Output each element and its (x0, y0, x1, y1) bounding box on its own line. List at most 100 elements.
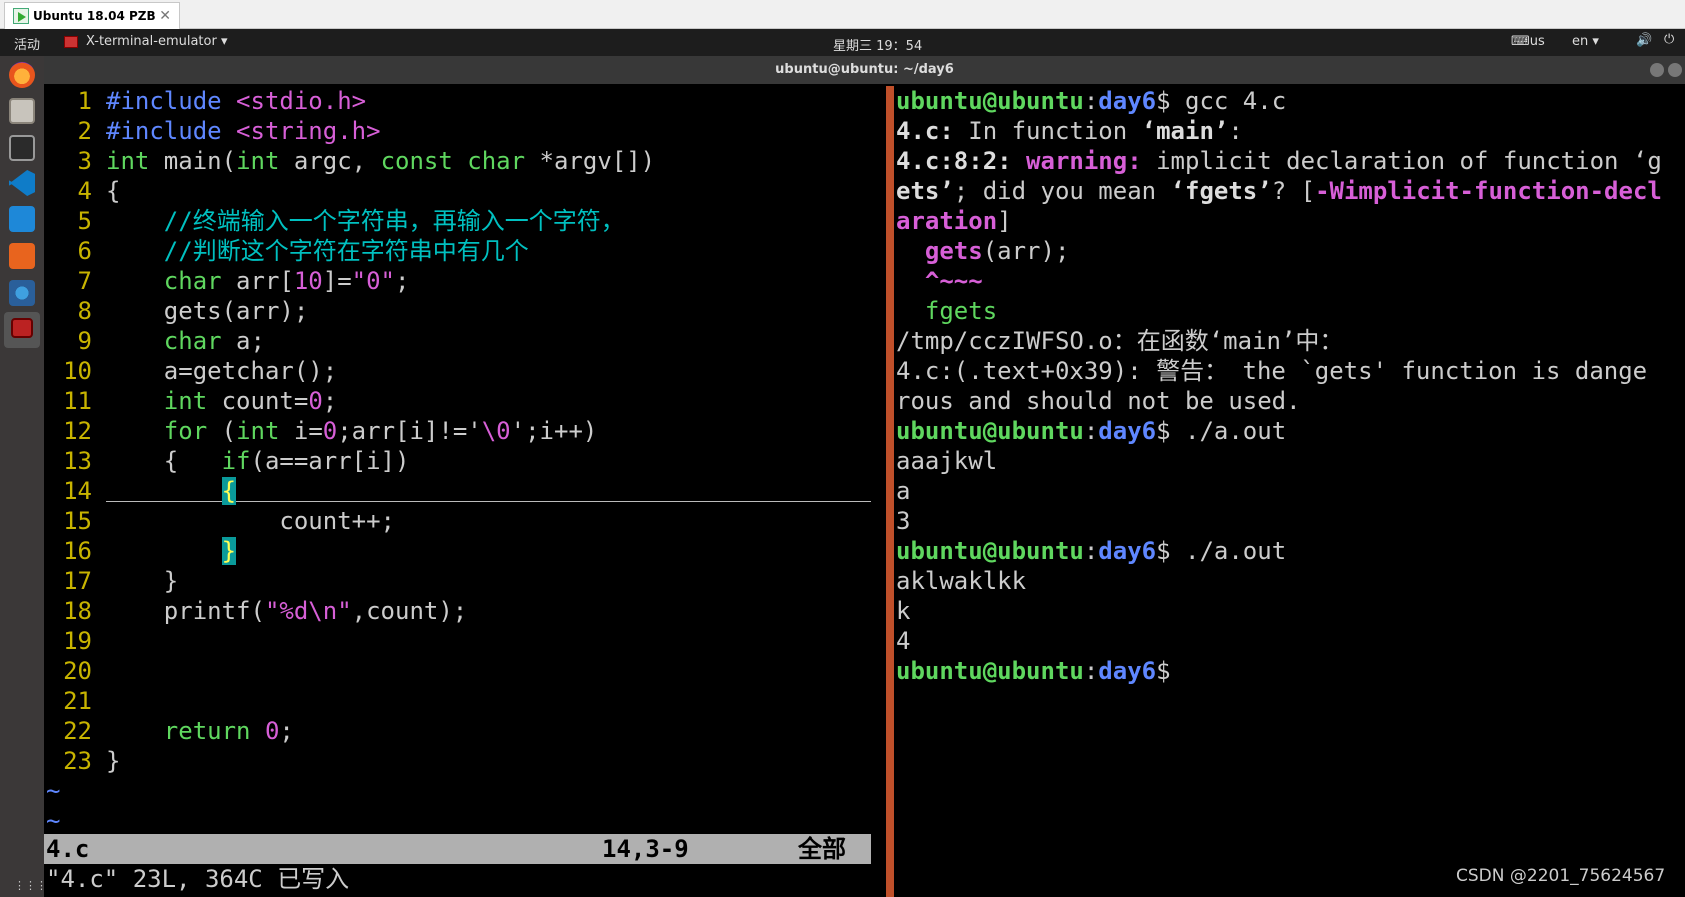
firefox-icon[interactable] (9, 62, 35, 88)
status-scope: 全部 (798, 835, 846, 863)
line-number: 6 (77, 237, 92, 265)
shell-line: aklwaklkk (896, 567, 1027, 595)
code-line: char a; (163, 327, 265, 355)
code-line-current: { (106, 476, 237, 506)
vm-tab[interactable]: Ubuntu 18.04 PZB ✕ (4, 2, 180, 29)
shell-line: ubuntu@ubuntu:day6$ ./a.out (896, 537, 1287, 565)
shell-line: 3 (896, 507, 911, 535)
shell-line: gets(arr); (924, 237, 1070, 265)
empty-line-tilde: ~ (46, 777, 61, 805)
line-number: 9 (77, 327, 92, 355)
volume-icon[interactable]: 🔊 (1636, 33, 1652, 48)
shell-line: 4 (896, 627, 911, 655)
terminal-icon[interactable] (9, 135, 35, 161)
line-number: 18 (63, 597, 92, 625)
matching-brace: } (221, 537, 237, 565)
line-number: 13 (63, 447, 92, 475)
terminal-app-icon (64, 35, 78, 48)
dock: ⋮⋮⋮ (0, 56, 47, 897)
vm-tab-bar: Ubuntu 18.04 PZB ✕ (0, 0, 1685, 29)
minimize-icon[interactable] (1650, 63, 1664, 77)
keyboard-layout-indicator[interactable]: ⌨us (1511, 34, 1545, 49)
vim-editor-pane[interactable]: 1 2 3 4 5 6 7 8 9 10 11 12 13 14 15 16 1… (44, 86, 871, 897)
code-line: { if(a==arr[i]) (106, 447, 410, 475)
code-line: gets(arr); (106, 297, 309, 325)
line-number: 2 (77, 117, 92, 145)
shell-line: ^~~~ (896, 267, 983, 295)
code-line: return 0; (163, 717, 294, 745)
code-line: a=getchar(); (106, 357, 338, 385)
line-number: 19 (63, 627, 92, 655)
vscode-icon[interactable] (9, 170, 35, 196)
shell-prompt[interactable]: ubuntu@ubuntu:day6$ (896, 656, 1171, 686)
line-number: 20 (63, 657, 92, 685)
line-number: 10 (63, 357, 92, 385)
status-position: 14,3-9 (602, 835, 689, 863)
power-icon[interactable]: ⏻ (1664, 32, 1674, 47)
line-number: 7 (77, 267, 92, 295)
status-filename: 4.c (46, 835, 90, 863)
shell-line: 4.c:(.text+0x39): 警告： the `gets' functio… (896, 357, 1648, 385)
code-comment: //终端输入一个字符串，再输入一个字符， (106, 207, 625, 235)
code-line: char arr[10]="0"; (163, 267, 410, 295)
shell-line: ubuntu@ubuntu:day6$ ./a.out (896, 417, 1287, 445)
shell-line: ets’; did you mean ‘fgets’? [-Wimplicit-… (896, 177, 1662, 205)
vm-tab-title: Ubuntu 18.04 PZB (33, 9, 156, 23)
activities-button[interactable]: 活动 (14, 34, 40, 53)
vnote-icon[interactable] (9, 206, 35, 232)
line-number: 12 (63, 417, 92, 445)
code-comment: //判断这个字符在字符串中有几个 (106, 237, 529, 265)
line-number: 3 (77, 147, 92, 175)
app-menu-label: X-terminal-emulator ▾ (86, 34, 228, 49)
code-line: for (int i=0;arr[i]!='\0';i++) (163, 417, 598, 445)
terminal-active-inner-icon (11, 318, 33, 338)
shell-line: aaajkwl (896, 447, 998, 475)
text-cursor: { (221, 477, 237, 505)
shell-pane[interactable]: ubuntu@ubuntu:day6$ gcc 4.c 4.c: In func… (896, 86, 1685, 897)
code-line: int main(int argc, const char *argv[]) (106, 147, 656, 175)
line-number: 1 (77, 87, 92, 115)
shell-line: a (896, 477, 911, 505)
code-line: { (106, 177, 121, 205)
line-number: 15 (63, 507, 92, 535)
language-menu[interactable]: en ▾ (1572, 34, 1599, 49)
line-number: 4 (77, 177, 92, 205)
line-number: 17 (63, 567, 92, 595)
empty-line-tilde: ~ (46, 807, 61, 835)
shell-line: rous and should not be used. (896, 387, 1301, 415)
window-title: ubuntu@ubuntu: ~/day6 (775, 62, 954, 77)
shell-line: aration] (896, 207, 1012, 235)
shell-line: fgets (896, 297, 998, 325)
gnome-top-bar: 活动 X-terminal-emulator ▾ 星期三 19：54 ⌨us e… (0, 29, 1685, 56)
shell-line: ubuntu@ubuntu:day6$ gcc 4.c (896, 87, 1287, 115)
shell-line: /tmp/cczIWFSO.o：在函数‘main’中： (896, 327, 1344, 355)
line-number: 14 (63, 477, 92, 505)
files-icon[interactable] (9, 98, 35, 124)
clock[interactable]: 星期三 19：54 (833, 35, 922, 54)
shell-line: 4.c:8:2: warning: implicit declaration o… (896, 147, 1662, 175)
vim-command-line[interactable]: "4.c" 23L, 364C 已写入 (46, 864, 349, 894)
vim-status-line: 4.c 14,3-9 全部 (44, 834, 871, 864)
line-number: 8 (77, 297, 92, 325)
pane-divider[interactable] (886, 86, 894, 897)
line-number: 16 (63, 537, 92, 565)
code-line: #include <string.h> (106, 117, 381, 145)
maximize-icon[interactable] (1668, 63, 1682, 77)
shell-line: k (896, 597, 911, 625)
app-menu[interactable]: X-terminal-emulator ▾ (64, 34, 227, 49)
software-icon[interactable] (9, 243, 35, 269)
window-titlebar[interactable]: ubuntu@ubuntu: ~/day6 (44, 56, 1685, 84)
line-number: 23 (63, 747, 92, 775)
show-apps-icon[interactable]: ⋮⋮⋮ (14, 879, 47, 892)
line-number: 21 (63, 687, 92, 715)
code-line: } (106, 747, 121, 775)
code-line: #include <stdio.h> (106, 87, 367, 115)
code-line: int count=0; (163, 387, 338, 415)
watermark: CSDN @2201_75624567 (1456, 866, 1666, 886)
line-number: 5 (77, 207, 92, 235)
code-line: count++; (106, 507, 395, 535)
settings-icon[interactable] (9, 280, 35, 306)
close-tab-icon[interactable]: ✕ (159, 8, 171, 24)
vm-play-icon (13, 8, 29, 24)
shell-line: 4.c: In function ‘main’: (896, 117, 1243, 145)
